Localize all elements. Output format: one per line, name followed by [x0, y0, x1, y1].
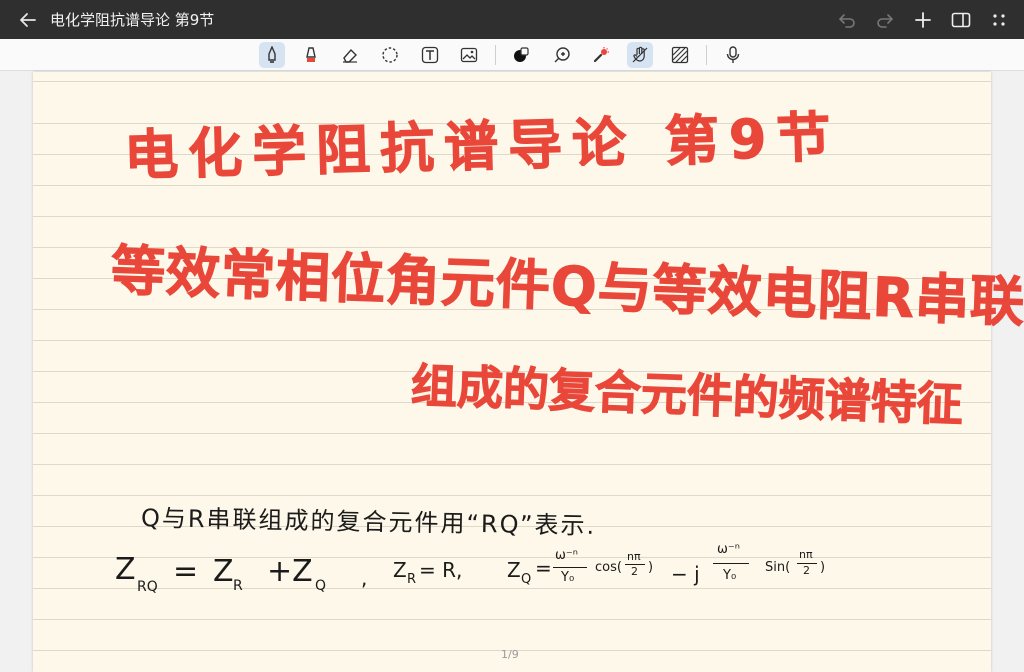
formula-close1: ) — [648, 560, 654, 575]
formula-sub-rq: RQ — [137, 579, 158, 595]
image-icon[interactable] — [456, 42, 482, 68]
formula-eq-r: = R, — [419, 558, 463, 582]
lasso-icon[interactable] — [377, 42, 403, 68]
formula-num1: ω⁻ⁿ — [555, 548, 578, 563]
page-indicator: 1/9 — [501, 648, 519, 661]
formula-z: Z — [115, 552, 136, 587]
formula-den1: Y₀ — [561, 570, 575, 585]
formula-close2: ) — [820, 560, 826, 575]
formula-sub-q: Q — [315, 578, 327, 594]
formula-comma: , — [361, 566, 368, 590]
formula-den2: Y₀ — [723, 568, 737, 583]
pen-icon[interactable] — [259, 42, 285, 68]
formula-eq1: = — [173, 554, 199, 589]
formula-zr: Z — [213, 554, 234, 589]
back-arrow-icon[interactable] — [12, 4, 44, 36]
title-bar: 电化学阻抗谱导论 第9节 — [0, 0, 1024, 39]
sidebar-toggle-icon[interactable] — [942, 4, 980, 36]
text-icon[interactable] — [417, 42, 443, 68]
formula-zq: Z — [507, 558, 521, 582]
note-page[interactable]: 电化学阻抗谱导论 第9节 等效常相位角元件Q与等效电阻R串联 组成的复合元件的频… — [33, 72, 1024, 672]
undo-icon[interactable] — [828, 4, 866, 36]
note-subtitle-line1: 等效常相位角元件Q与等效电阻R串联 — [110, 239, 1024, 335]
drawing-toolbar — [0, 39, 1024, 71]
document-title: 电化学阻抗谱导论 第9节 — [50, 11, 215, 29]
color-icon[interactable] — [508, 42, 534, 68]
formula-eq3: = — [535, 556, 552, 580]
highlighter-icon[interactable] — [298, 42, 324, 68]
impedance-formula: Z RQ = Z R +Z Q , Z R = R, Z Q = ω⁻ⁿ Y₀ … — [115, 542, 985, 612]
note-subtitle-line2: 组成的复合元件的频谱特征 — [410, 358, 965, 432]
note-text-line1: Q与R串联组成的复合元件用“RQ”表示. — [140, 504, 597, 540]
laser-pointer-icon[interactable] — [588, 42, 614, 68]
formula-cos-num: nπ — [627, 550, 641, 563]
formula-sin-den: 2 — [803, 564, 810, 577]
formula-minus-j: − j — [671, 562, 700, 586]
formula-sin-num: nπ — [799, 548, 813, 561]
formula-num2: ω⁻ⁿ — [717, 542, 740, 557]
formula-cos-den: 2 — [631, 565, 638, 578]
formula-sub-r: R — [233, 578, 243, 594]
formula-sub-q2: Q — [521, 572, 532, 587]
formula-cos: cos( — [595, 560, 622, 575]
zoom-icon[interactable] — [549, 42, 575, 68]
redo-icon[interactable] — [866, 4, 904, 36]
formula-zr2: Z — [393, 558, 407, 582]
more-dots-icon[interactable] — [980, 4, 1018, 36]
eraser-icon[interactable] — [337, 42, 363, 68]
formula-sub-r2: R — [407, 572, 417, 587]
add-icon[interactable] — [904, 4, 942, 36]
hand-draw-icon[interactable] — [627, 42, 653, 68]
microphone-icon[interactable] — [720, 42, 746, 68]
formula-plus-z: +Z — [267, 554, 313, 589]
shape-pattern-icon[interactable] — [667, 42, 693, 68]
formula-sin: Sin( — [765, 560, 791, 575]
note-title: 电化学阻抗谱导论 第9节 — [123, 105, 842, 188]
